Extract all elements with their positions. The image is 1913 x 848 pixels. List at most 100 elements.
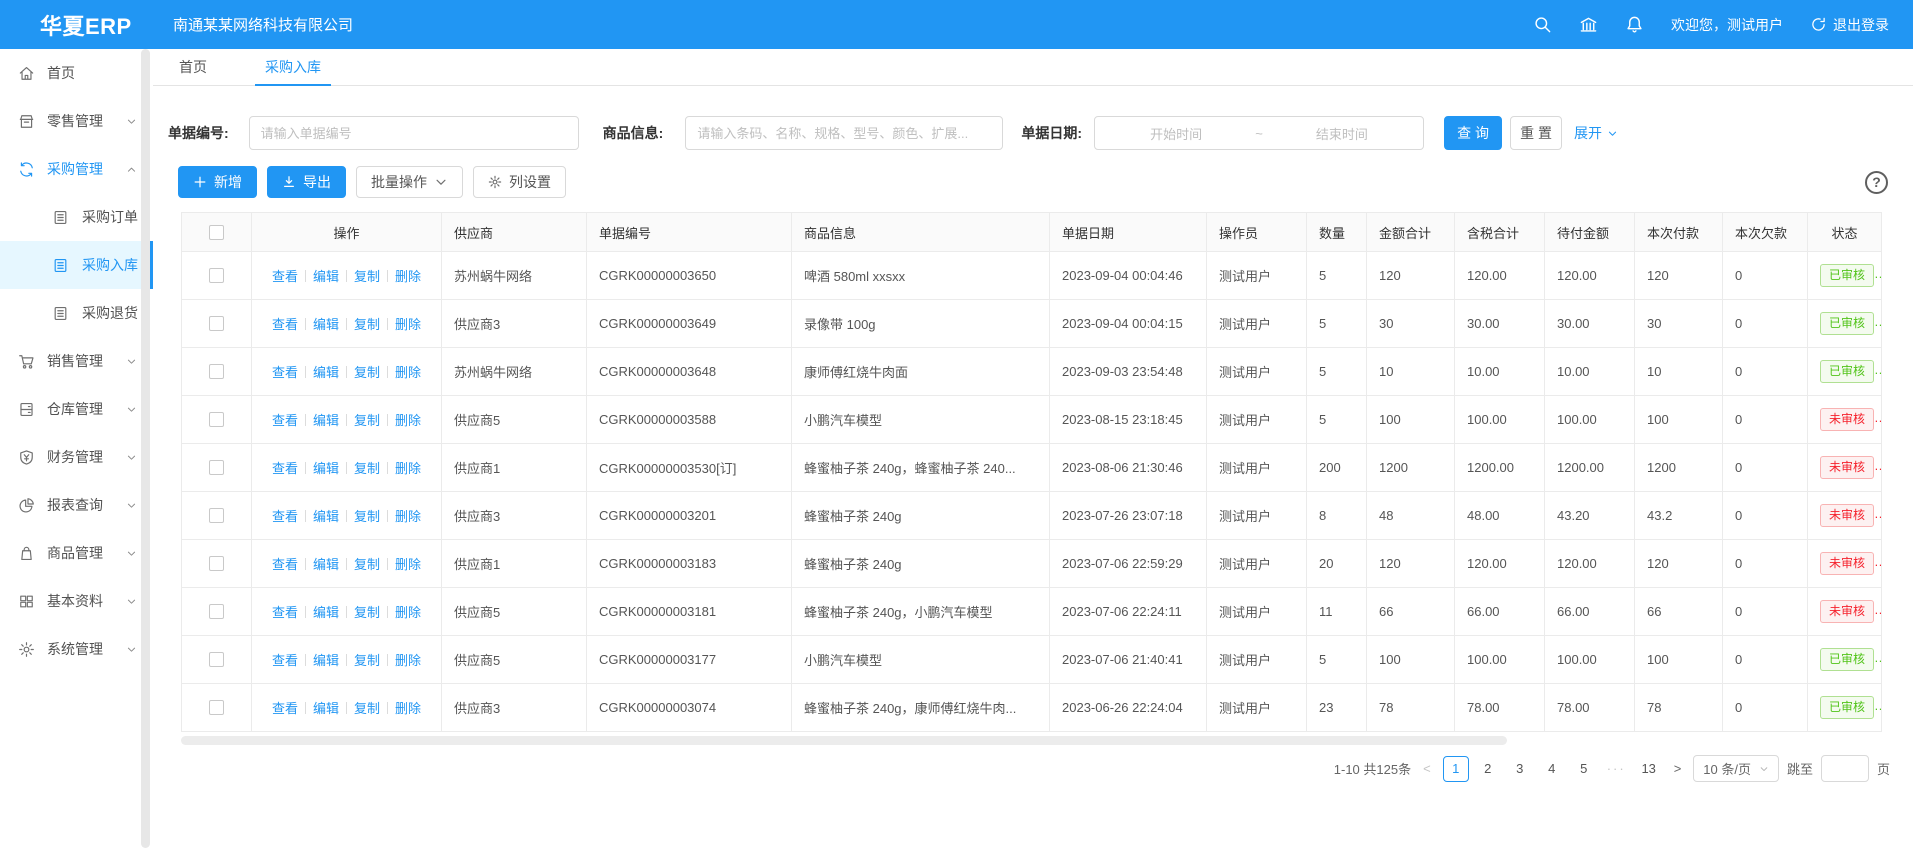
action-link-delete[interactable]: 删除 bbox=[395, 653, 421, 668]
sidebar-item-finance[interactable]: 财务管理 bbox=[0, 433, 153, 481]
reset-button[interactable]: 重 置 bbox=[1510, 116, 1562, 150]
action-link-edit[interactable]: 编辑 bbox=[313, 557, 339, 572]
expand-filters-link[interactable]: 展开 bbox=[1574, 123, 1618, 143]
action-link-copy[interactable]: 复制 bbox=[354, 317, 380, 332]
status-badge: 已审核 bbox=[1820, 312, 1874, 336]
sidebar-item-purchase-order[interactable]: 采购订单 bbox=[0, 193, 153, 241]
action-link-edit[interactable]: 编辑 bbox=[313, 269, 339, 284]
action-link-copy[interactable]: 复制 bbox=[354, 413, 380, 428]
action-link-edit[interactable]: 编辑 bbox=[313, 653, 339, 668]
action-link-delete[interactable]: 删除 bbox=[395, 701, 421, 716]
material-input[interactable] bbox=[685, 116, 1003, 150]
column-settings-button[interactable]: 列设置 bbox=[473, 166, 566, 198]
action-link-copy[interactable]: 复制 bbox=[354, 461, 380, 476]
select-all-checkbox[interactable] bbox=[209, 225, 224, 240]
action-link-delete[interactable]: 删除 bbox=[395, 605, 421, 620]
cell-qty: 5 bbox=[1307, 252, 1367, 300]
action-link-edit[interactable]: 编辑 bbox=[313, 317, 339, 332]
sidebar-item-sales[interactable]: 销售管理 bbox=[0, 337, 153, 385]
action-link-delete[interactable]: 删除 bbox=[395, 317, 421, 332]
sidebar-item-home[interactable]: 首页 bbox=[0, 49, 153, 97]
row-checkbox[interactable] bbox=[209, 652, 224, 667]
action-link-delete[interactable]: 删除 bbox=[395, 413, 421, 428]
row-checkbox[interactable] bbox=[209, 700, 224, 715]
cell-product: 蜂蜜柚子茶 240g，小鹏汽车模型 bbox=[792, 588, 1050, 636]
action-link-view[interactable]: 查看 bbox=[272, 317, 298, 332]
row-checkbox[interactable] bbox=[209, 316, 224, 331]
action-link-edit[interactable]: 编辑 bbox=[313, 509, 339, 524]
page-button-5[interactable]: 5 bbox=[1571, 756, 1597, 782]
logout-button[interactable]: 退出登录 bbox=[1810, 15, 1889, 35]
sidebar-item-warehouse[interactable]: 仓库管理 bbox=[0, 385, 153, 433]
bill-no-input[interactable] bbox=[249, 116, 579, 150]
action-link-edit[interactable]: 编辑 bbox=[313, 461, 339, 476]
action-link-delete[interactable]: 删除 bbox=[395, 557, 421, 572]
action-link-copy[interactable]: 复制 bbox=[354, 605, 380, 620]
row-checkbox[interactable] bbox=[209, 412, 224, 427]
action-link-edit[interactable]: 编辑 bbox=[313, 413, 339, 428]
tab-home[interactable]: 首页 bbox=[163, 49, 223, 85]
help-button[interactable]: ? bbox=[1865, 171, 1888, 194]
page-size-select[interactable]: 10 条/页 bbox=[1693, 755, 1779, 782]
horizontal-scrollbar-thumb[interactable] bbox=[181, 736, 1507, 745]
action-link-copy[interactable]: 复制 bbox=[354, 509, 380, 524]
row-checkbox[interactable] bbox=[209, 508, 224, 523]
page-button-4[interactable]: 4 bbox=[1539, 756, 1565, 782]
prev-page-button[interactable]: < bbox=[1419, 761, 1435, 776]
row-checkbox[interactable] bbox=[209, 460, 224, 475]
action-link-view[interactable]: 查看 bbox=[272, 509, 298, 524]
date-range-input[interactable]: 开始时间 ~ 结束时间 bbox=[1094, 116, 1424, 150]
sidebar-item-purchase-in[interactable]: 采购入库 bbox=[0, 241, 153, 289]
action-link-copy[interactable]: 复制 bbox=[354, 653, 380, 668]
sidebar-item-reports[interactable]: 报表查询 bbox=[0, 481, 153, 529]
action-link-view[interactable]: 查看 bbox=[272, 269, 298, 284]
sidebar-item-system[interactable]: 系统管理 bbox=[0, 625, 153, 673]
action-link-copy[interactable]: 复制 bbox=[354, 557, 380, 572]
sidebar-item-purchase-return[interactable]: 采购退货 bbox=[0, 289, 153, 337]
action-link-edit[interactable]: 编辑 bbox=[313, 605, 339, 620]
search-icon[interactable] bbox=[1533, 15, 1552, 34]
next-page-button[interactable]: > bbox=[1670, 761, 1686, 776]
sidebar-scrollbar[interactable] bbox=[141, 49, 150, 848]
action-link-view[interactable]: 查看 bbox=[272, 413, 298, 428]
row-checkbox[interactable] bbox=[209, 364, 224, 379]
tab-purchase-in[interactable]: 采购入库 bbox=[249, 49, 337, 85]
bell-icon[interactable] bbox=[1625, 15, 1644, 34]
action-link-view[interactable]: 查看 bbox=[272, 605, 298, 620]
horizontal-scrollbar[interactable] bbox=[181, 736, 1881, 745]
action-link-view[interactable]: 查看 bbox=[272, 701, 298, 716]
bank-icon[interactable] bbox=[1579, 15, 1598, 34]
action-link-delete[interactable]: 删除 bbox=[395, 461, 421, 476]
page-button-1[interactable]: 1 bbox=[1443, 756, 1469, 782]
sidebar-item-goods[interactable]: 商品管理 bbox=[0, 529, 153, 577]
action-link-edit[interactable]: 编辑 bbox=[313, 701, 339, 716]
add-button[interactable]: 新增 bbox=[178, 166, 257, 198]
sidebar-item-purchase[interactable]: 采购管理 bbox=[0, 145, 153, 193]
cell-operator: 测试用户 bbox=[1207, 588, 1307, 636]
pagination-pages: 12345···13 bbox=[1443, 756, 1662, 782]
action-link-view[interactable]: 查看 bbox=[272, 557, 298, 572]
row-checkbox[interactable] bbox=[209, 268, 224, 283]
row-checkbox[interactable] bbox=[209, 604, 224, 619]
sidebar-item-retail[interactable]: 零售管理 bbox=[0, 97, 153, 145]
action-link-delete[interactable]: 删除 bbox=[395, 509, 421, 524]
action-link-view[interactable]: 查看 bbox=[272, 365, 298, 380]
page-button-13[interactable]: 13 bbox=[1636, 756, 1662, 782]
page-button-2[interactable]: 2 bbox=[1475, 756, 1501, 782]
action-link-view[interactable]: 查看 bbox=[272, 653, 298, 668]
action-link-delete[interactable]: 删除 bbox=[395, 365, 421, 380]
action-link-delete[interactable]: 删除 bbox=[395, 269, 421, 284]
search-button[interactable]: 查 询 bbox=[1444, 116, 1502, 150]
action-link-copy[interactable]: 复制 bbox=[354, 365, 380, 380]
pagination-ellipsis[interactable]: ··· bbox=[1603, 756, 1630, 782]
row-checkbox[interactable] bbox=[209, 556, 224, 571]
action-link-copy[interactable]: 复制 bbox=[354, 701, 380, 716]
action-link-edit[interactable]: 编辑 bbox=[313, 365, 339, 380]
action-link-view[interactable]: 查看 bbox=[272, 461, 298, 476]
jump-page-input[interactable] bbox=[1821, 755, 1869, 782]
batch-actions-button[interactable]: 批量操作 bbox=[356, 166, 463, 198]
page-button-3[interactable]: 3 bbox=[1507, 756, 1533, 782]
sidebar-item-basic[interactable]: 基本资料 bbox=[0, 577, 153, 625]
export-button[interactable]: 导出 bbox=[267, 166, 346, 198]
action-link-copy[interactable]: 复制 bbox=[354, 269, 380, 284]
